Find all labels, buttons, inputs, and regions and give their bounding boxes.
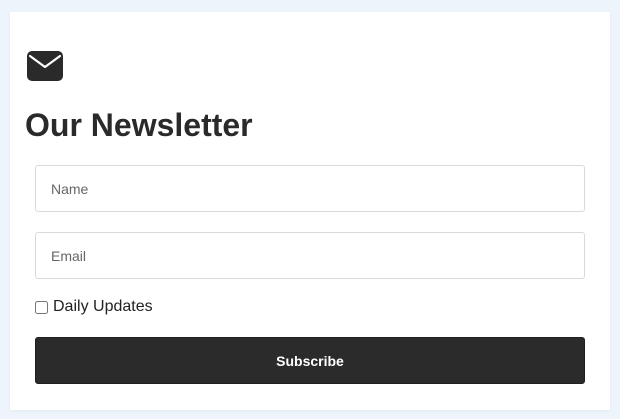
- daily-updates-label: Daily Updates: [53, 298, 153, 315]
- envelope-icon: [27, 51, 63, 81]
- daily-updates-checkbox[interactable]: [35, 300, 48, 314]
- daily-updates-option[interactable]: Daily Updates: [35, 297, 153, 317]
- newsletter-card: Our Newsletter Daily Updates Subscribe: [10, 12, 610, 410]
- newsletter-title: Our Newsletter: [25, 107, 253, 143]
- subscribe-button[interactable]: Subscribe: [35, 337, 585, 384]
- name-input[interactable]: [35, 165, 585, 212]
- email-input[interactable]: [35, 232, 585, 279]
